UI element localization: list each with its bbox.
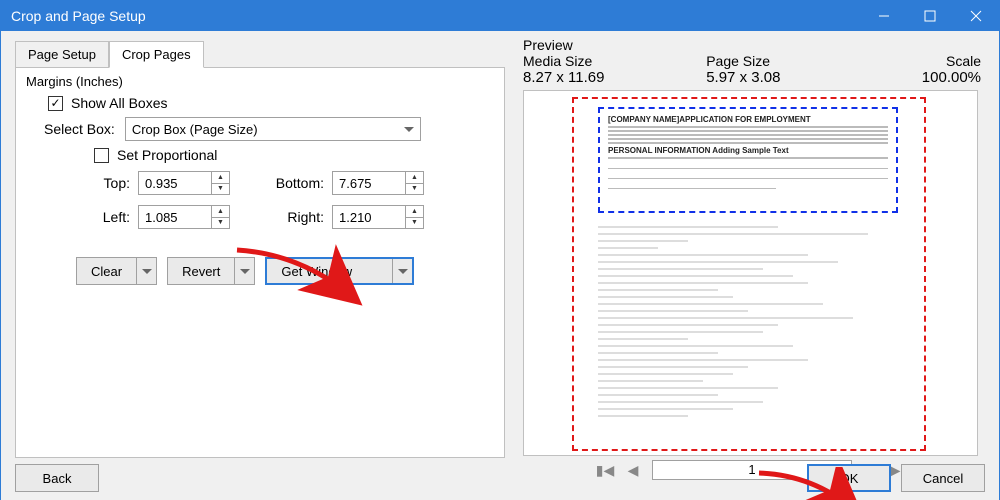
back-button[interactable]: Back bbox=[15, 464, 99, 492]
select-box-dropdown[interactable]: Crop Box (Page Size) bbox=[125, 117, 421, 141]
scale-value: 100.00% bbox=[922, 69, 981, 86]
page-size-value: 5.97 x 3.08 bbox=[706, 69, 859, 86]
titlebar: Crop and Page Setup bbox=[1, 1, 999, 31]
get-window-button[interactable]: Get Window bbox=[265, 257, 414, 285]
close-button[interactable] bbox=[953, 1, 999, 31]
right-value: 1.210 bbox=[333, 210, 405, 225]
tab-host: Page Setup Crop Pages Margins (Inches) S… bbox=[15, 41, 505, 461]
top-label: Top: bbox=[66, 175, 130, 191]
tab-crop-pages[interactable]: Crop Pages bbox=[109, 41, 204, 68]
bottom-label: Bottom: bbox=[260, 175, 324, 191]
window: Crop and Page Setup Page Setup Crop Page… bbox=[0, 0, 1000, 500]
preview-label: Preview bbox=[523, 37, 706, 53]
top-input[interactable]: 0.935 ▲▼ bbox=[138, 171, 230, 195]
set-proportional-checkbox[interactable]: Set Proportional bbox=[94, 147, 494, 163]
first-page-button[interactable]: ▮◀ bbox=[596, 461, 614, 479]
scale-label: Scale bbox=[946, 53, 981, 69]
tab-page-setup[interactable]: Page Setup bbox=[15, 41, 109, 68]
revert-dropdown[interactable] bbox=[234, 258, 254, 284]
cancel-button[interactable]: Cancel bbox=[901, 464, 985, 492]
bottom-input[interactable]: 7.675 ▲▼ bbox=[332, 171, 424, 195]
left-value: 1.085 bbox=[139, 210, 211, 225]
page-size-label: Page Size bbox=[706, 53, 859, 69]
clear-dropdown[interactable] bbox=[136, 258, 156, 284]
minimize-button[interactable] bbox=[861, 1, 907, 31]
crop-pages-panel: Margins (Inches) Show All Boxes Select B… bbox=[15, 68, 505, 458]
clear-button[interactable]: Clear bbox=[76, 257, 157, 285]
doc-body-ghost bbox=[598, 221, 898, 422]
right-label: Right: bbox=[260, 209, 324, 225]
preview-panel: Preview Media Size 8.27 x 11.69 Page Siz… bbox=[523, 37, 981, 480]
bottom-value: 7.675 bbox=[333, 176, 405, 191]
revert-button[interactable]: Revert bbox=[167, 257, 255, 285]
window-title: Crop and Page Setup bbox=[11, 8, 146, 24]
margins-group-title: Margins (Inches) bbox=[26, 74, 494, 89]
top-value: 0.935 bbox=[139, 176, 211, 191]
get-window-dropdown[interactable] bbox=[392, 259, 412, 283]
select-box-value: Crop Box (Page Size) bbox=[132, 122, 258, 137]
doc-heading-2: PERSONAL INFORMATION Adding Sample Text bbox=[608, 146, 888, 155]
maximize-button[interactable] bbox=[907, 1, 953, 31]
left-label: Left: bbox=[66, 209, 130, 225]
select-box-label: Select Box: bbox=[44, 121, 115, 137]
preview-box: [COMPANY NAME]APPLICATION FOR EMPLOYMENT… bbox=[523, 90, 978, 456]
media-size-value: 8.27 x 11.69 bbox=[523, 69, 706, 86]
ok-button[interactable]: OK bbox=[807, 464, 891, 492]
set-proportional-label: Set Proportional bbox=[117, 147, 217, 163]
right-input[interactable]: 1.210 ▲▼ bbox=[332, 205, 424, 229]
prev-page-button[interactable]: ◀ bbox=[624, 461, 642, 479]
page-crop-region: [COMPANY NAME]APPLICATION FOR EMPLOYMENT… bbox=[598, 107, 898, 213]
left-input[interactable]: 1.085 ▲▼ bbox=[138, 205, 230, 229]
show-all-boxes-label: Show All Boxes bbox=[71, 95, 168, 111]
doc-heading-1: [COMPANY NAME]APPLICATION FOR EMPLOYMENT bbox=[608, 115, 888, 124]
media-size-label: Media Size bbox=[523, 53, 706, 69]
chevron-down-icon bbox=[404, 127, 414, 132]
show-all-boxes-checkbox[interactable]: Show All Boxes bbox=[48, 95, 494, 111]
